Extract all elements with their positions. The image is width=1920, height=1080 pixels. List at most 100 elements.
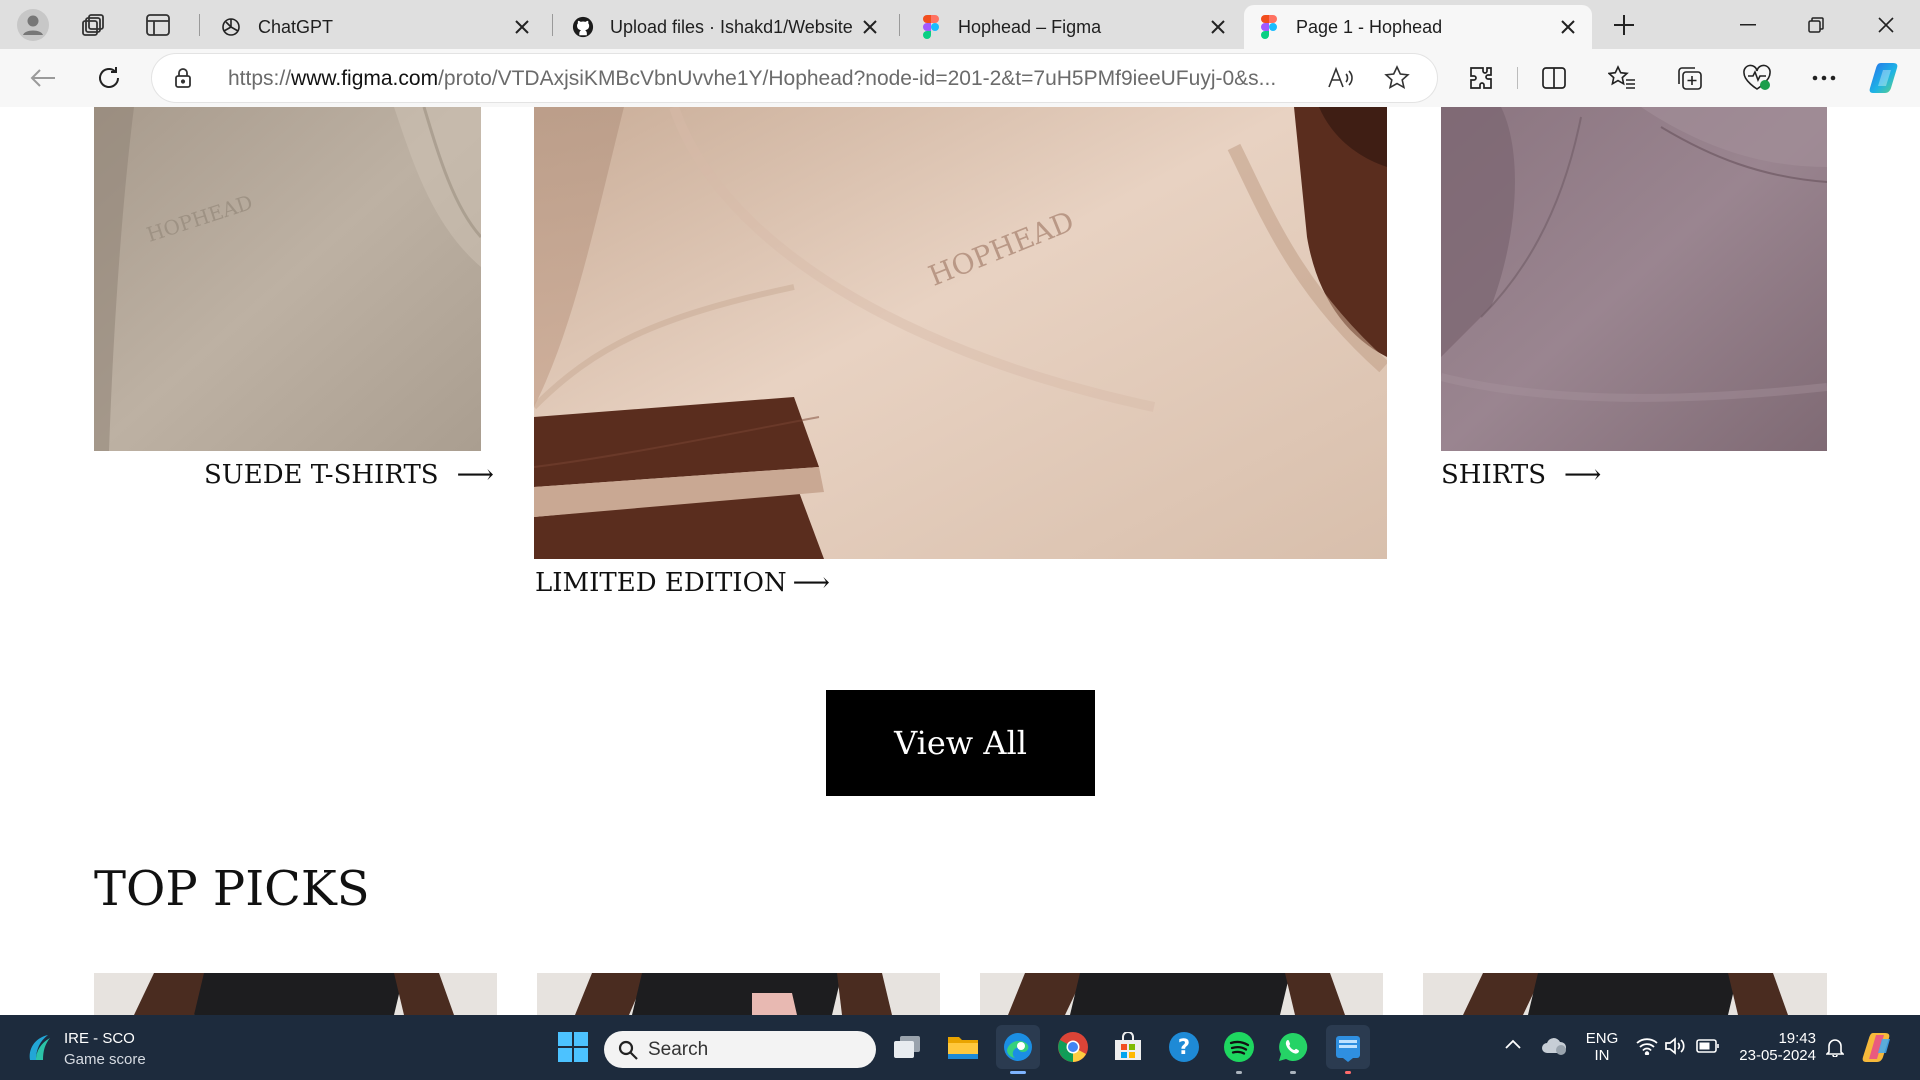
arrow-right-icon: ⟶ (1564, 460, 1602, 490)
tab-actions-icon[interactable] (139, 6, 177, 44)
shirts-link[interactable]: SHIRTS ⟶ (1441, 460, 1601, 490)
tab-title: Page 1 - Hophead (1296, 16, 1443, 37)
notification-bell-icon[interactable] (1826, 1037, 1844, 1057)
url-path: /proto/VTDAxjsiKMBcVbnUvvhe1Y/Hophead?no… (438, 67, 1277, 90)
widget-subtitle[interactable]: Game score (64, 1051, 146, 1068)
svg-text:?: ? (1178, 1035, 1190, 1059)
chrome-icon[interactable] (1051, 1025, 1095, 1069)
tab-title: ChatGPT (258, 16, 334, 37)
product-card-image[interactable] (980, 973, 1383, 1015)
collections-icon[interactable] (1671, 59, 1709, 97)
tab-title: Hophead – Figma (958, 16, 1102, 37)
browser-toolbar: https://www.figma.com/proto/VTDAxjsiKMBc… (0, 49, 1920, 107)
arrow-right-icon: ⟶ (792, 568, 830, 598)
view-all-button[interactable]: View All (826, 690, 1095, 796)
close-icon[interactable] (1206, 15, 1230, 39)
search-placeholder: Search (648, 1039, 709, 1060)
suede-tshirt-image[interactable]: HOPHEAD (94, 107, 481, 451)
task-view-icon[interactable] (885, 1025, 929, 1069)
tab-separator (899, 14, 900, 36)
refresh-icon[interactable] (90, 59, 128, 97)
windows-taskbar: IRE - SCO Game score Search ? ENG IN 19:… (0, 1015, 1920, 1080)
running-indicator (1345, 1071, 1351, 1074)
read-aloud-icon[interactable] (1327, 66, 1355, 90)
language-indicator[interactable]: ENG IN (1585, 1030, 1619, 1064)
chatgpt-icon (220, 16, 242, 38)
tab-chatgpt[interactable]: ChatGPT (206, 5, 546, 49)
profile-icon[interactable] (14, 6, 52, 44)
arrow-right-icon: ⟶ (456, 460, 494, 490)
clock-time: 19:43 (1778, 1030, 1816, 1047)
close-icon[interactable] (1556, 15, 1580, 39)
minimize-icon[interactable] (1714, 0, 1782, 49)
microsoft-store-icon[interactable] (1106, 1025, 1150, 1069)
favorites-icon[interactable] (1603, 59, 1641, 97)
whatsapp-icon[interactable] (1271, 1025, 1315, 1074)
shirts-image[interactable] (1441, 107, 1827, 451)
url-scheme: https:// (228, 67, 292, 90)
favorite-star-icon[interactable] (1384, 65, 1410, 91)
split-screen-icon[interactable] (1535, 59, 1573, 97)
figma-icon (1258, 15, 1280, 39)
suede-tshirts-label: SUEDE T-SHIRTS (204, 460, 439, 490)
widget-title[interactable]: IRE - SCO (64, 1030, 135, 1047)
clock[interactable]: 19:43 23-05-2024 (1734, 1030, 1816, 1064)
lock-icon[interactable] (174, 67, 192, 89)
onedrive-sync-icon[interactable] (1540, 1035, 1568, 1057)
url-domain: www.figma.com (291, 67, 439, 90)
url-text[interactable]: https://www.figma.com/proto/VTDAxjsiKMBc… (228, 67, 1318, 91)
limited-edition-link[interactable]: LIMITED EDITION ⟶ (535, 568, 830, 598)
top-picks-heading: TOP PICKS (94, 861, 370, 917)
tab-title: Upload files · Ishakd1/Website (610, 16, 853, 37)
file-explorer-icon[interactable] (941, 1025, 985, 1069)
tab-hophead-figma[interactable]: Hophead – Figma (906, 5, 1242, 49)
copilot-icon[interactable] (1868, 59, 1906, 97)
battery-icon[interactable] (1696, 1039, 1720, 1053)
browser-essentials-icon[interactable] (1738, 59, 1776, 97)
clock-date: 23-05-2024 (1739, 1047, 1816, 1064)
new-tab-icon[interactable] (1605, 6, 1643, 44)
wifi-icon[interactable] (1636, 1037, 1658, 1055)
edge-browser-icon[interactable] (996, 1025, 1040, 1074)
browser-tab-strip: ChatGPT Upload files · Ishakd1/Website H… (0, 0, 1920, 49)
running-indicator (1236, 1071, 1242, 1074)
address-bar[interactable]: https://www.figma.com/proto/VTDAxjsiKMBc… (152, 54, 1437, 102)
limited-edition-label: LIMITED EDITION (535, 568, 787, 598)
workspaces-icon[interactable] (75, 6, 113, 44)
back-arrow-icon[interactable] (24, 59, 62, 97)
suede-tshirts-link[interactable]: SUEDE T-SHIRTS ⟶ (204, 460, 494, 490)
search-icon (618, 1040, 638, 1060)
help-icon[interactable]: ? (1162, 1025, 1206, 1069)
more-options-icon[interactable] (1805, 59, 1843, 97)
product-card-image[interactable] (94, 973, 497, 1015)
tab-page1-hophead[interactable]: Page 1 - Hophead (1244, 5, 1592, 49)
close-icon[interactable] (858, 15, 882, 39)
figma-icon (920, 15, 942, 39)
shirts-label: SHIRTS (1441, 460, 1547, 490)
figma-prototype-page: HOPHEAD SUEDE T-SHIRTS ⟶ HOPHEAD LIMITED… (7, 107, 1913, 1015)
github-icon (572, 16, 594, 38)
show-hidden-icons-chevron-up-icon[interactable] (1505, 1039, 1521, 1049)
notepad-app-icon[interactable] (1326, 1025, 1370, 1074)
product-card-image[interactable] (1423, 973, 1827, 1015)
window-close-icon[interactable] (1852, 0, 1920, 49)
taskbar-search-box[interactable]: Search (604, 1031, 876, 1068)
restore-icon[interactable] (1782, 0, 1850, 49)
language-code: ENG (1585, 1030, 1619, 1047)
toolbar-separator (1517, 67, 1518, 89)
running-indicator (1010, 1071, 1026, 1074)
tab-github-upload[interactable]: Upload files · Ishakd1/Website (558, 5, 894, 49)
running-indicator (1290, 1071, 1296, 1074)
close-icon[interactable] (510, 15, 534, 39)
volume-icon[interactable] (1664, 1037, 1686, 1055)
copilot-taskbar-icon[interactable] (1862, 1031, 1896, 1063)
windows-start-icon[interactable] (551, 1025, 595, 1069)
tab-separator (199, 14, 200, 36)
spotify-icon[interactable] (1217, 1025, 1261, 1074)
tab-separator (552, 14, 553, 36)
cricket-widget-icon[interactable] (24, 1032, 56, 1064)
limited-edition-image[interactable]: HOPHEAD (534, 107, 1387, 559)
product-card-image[interactable] (537, 973, 940, 1015)
region-code: IN (1594, 1047, 1610, 1064)
extensions-icon[interactable] (1462, 59, 1500, 97)
